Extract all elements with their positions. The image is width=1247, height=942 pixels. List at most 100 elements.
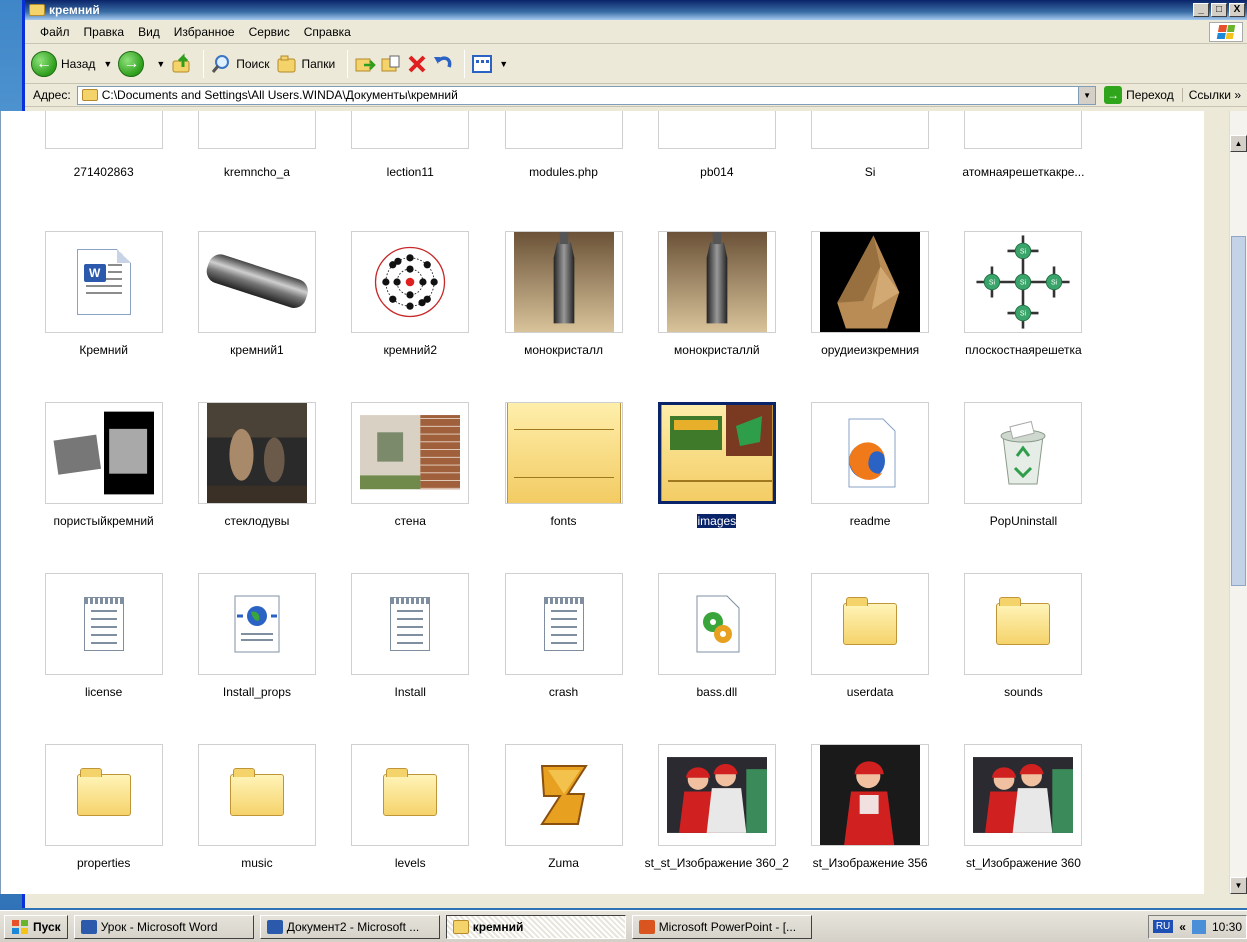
file-item[interactable]: music (180, 699, 333, 870)
forward-dropdown-icon[interactable]: ▼ (156, 59, 165, 69)
taskbar-item-word-lesson[interactable]: Урок - Microsoft Word (73, 914, 254, 939)
file-thumbnail[interactable] (657, 573, 776, 675)
move-to-icon[interactable] (354, 53, 377, 75)
file-item[interactable]: Install (334, 528, 487, 699)
file-item[interactable]: readme (793, 357, 946, 528)
file-thumbnail[interactable] (964, 111, 1083, 149)
file-thumbnail[interactable] (811, 402, 930, 504)
file-thumbnail[interactable] (197, 573, 316, 675)
file-item[interactable]: W Кремний (27, 186, 180, 357)
file-thumbnail[interactable] (504, 402, 623, 504)
file-thumbnail[interactable] (657, 111, 776, 149)
file-item[interactable]: PopUninstall (947, 357, 1100, 528)
file-thumbnail[interactable] (811, 573, 930, 675)
file-thumbnail[interactable] (504, 111, 623, 149)
copy-to-icon[interactable] (380, 53, 402, 75)
file-item[interactable]: монокристалл (487, 186, 640, 357)
file-item[interactable]: стена (334, 357, 487, 528)
file-thumbnail[interactable] (197, 111, 316, 149)
file-thumbnail[interactable] (197, 744, 316, 846)
maximize-button[interactable]: □ (1211, 3, 1227, 17)
menu-edit[interactable]: Правка (77, 25, 132, 39)
file-item[interactable]: кремний1 (180, 186, 333, 357)
file-thumbnail[interactable] (351, 402, 470, 504)
delete-icon[interactable] (406, 53, 428, 75)
file-thumbnail[interactable] (44, 111, 163, 149)
taskbar-item-powerpoint[interactable]: Microsoft PowerPoint - [... (631, 914, 812, 939)
tray-expand-icon[interactable]: « (1179, 920, 1186, 934)
file-thumbnail[interactable] (964, 573, 1083, 675)
file-thumbnail[interactable] (44, 573, 163, 675)
folders-button[interactable]: Папки (276, 53, 335, 75)
file-thumbnail[interactable]: W (44, 231, 163, 333)
address-input[interactable]: C:\Documents and Settings\All Users.WIND… (76, 85, 1097, 105)
up-folder-icon[interactable] (171, 52, 193, 75)
file-item[interactable]: st_st_Изображение 360_2 (640, 699, 793, 870)
start-button[interactable]: Пуск (4, 914, 68, 939)
file-item[interactable]: modules.php (487, 111, 640, 186)
file-thumbnail[interactable] (44, 744, 163, 846)
file-item[interactable]: userdata (793, 528, 946, 699)
file-item[interactable]: Si Si Si Si Si плоскостнаярешетка (947, 186, 1100, 357)
file-item[interactable]: kremncho_a (180, 111, 333, 186)
close-button[interactable]: X (1229, 3, 1245, 17)
scroll-up-icon[interactable]: ▲ (1230, 135, 1247, 152)
menu-tools[interactable]: Сервис (242, 25, 297, 39)
file-item[interactable]: levels (334, 699, 487, 870)
file-item[interactable]: lection11 (334, 111, 487, 186)
minimize-button[interactable]: _ (1193, 3, 1209, 17)
file-thumbnail[interactable] (657, 744, 776, 846)
file-item[interactable]: атомнаярешеткакре... (947, 111, 1100, 186)
file-thumbnail[interactable] (504, 744, 623, 846)
file-item[interactable]: Zuma (487, 699, 640, 870)
menu-view[interactable]: Вид (131, 25, 167, 39)
scroll-thumb[interactable] (1231, 236, 1246, 586)
file-item[interactable]: орудиеизкремния (793, 186, 946, 357)
search-button[interactable]: Поиск (210, 53, 270, 75)
file-item[interactable]: pb014 (640, 111, 793, 186)
vertical-scrollbar[interactable]: ▲ ▼ (1229, 111, 1247, 894)
go-button[interactable]: → Переход (1104, 86, 1174, 104)
file-item[interactable]: кремний2 (334, 186, 487, 357)
file-thumbnail[interactable]: Si Si Si Si Si (964, 231, 1083, 333)
views-dropdown-icon[interactable]: ▼ (499, 59, 508, 69)
file-item[interactable]: fonts (487, 357, 640, 528)
file-thumbnail[interactable] (197, 231, 316, 333)
file-thumbnail[interactable] (657, 402, 776, 504)
file-item[interactable]: стеклодувы (180, 357, 333, 528)
file-thumbnail[interactable] (351, 744, 470, 846)
file-item[interactable]: Install_props (180, 528, 333, 699)
scroll-down-icon[interactable]: ▼ (1230, 877, 1247, 894)
file-thumbnail[interactable] (197, 402, 316, 504)
file-thumbnail[interactable] (811, 111, 930, 149)
file-thumbnail[interactable] (657, 231, 776, 333)
file-thumbnail[interactable] (351, 111, 470, 149)
language-indicator[interactable]: RU (1152, 920, 1174, 933)
network-icon[interactable] (1191, 919, 1206, 934)
menu-help[interactable]: Справка (297, 25, 358, 39)
forward-button[interactable]: → (118, 50, 148, 77)
file-thumbnail[interactable] (964, 744, 1083, 846)
title-bar[interactable]: кремний _ □ X (25, 0, 1247, 20)
back-dropdown-icon[interactable]: ▼ (103, 59, 112, 69)
taskbar-item-word-doc2[interactable]: Документ2 - Microsoft ... (259, 914, 440, 939)
file-item[interactable]: images (640, 357, 793, 528)
file-thumbnail[interactable] (44, 402, 163, 504)
file-item[interactable]: пористыйкремний (27, 357, 180, 528)
file-thumbnail[interactable] (811, 744, 930, 846)
file-item[interactable]: crash (487, 528, 640, 699)
file-thumbnail[interactable] (351, 573, 470, 675)
back-button[interactable]: ← Назад (31, 50, 95, 77)
file-thumbnail[interactable] (504, 573, 623, 675)
file-item[interactable]: монокристаллй (640, 186, 793, 357)
undo-icon[interactable] (432, 53, 454, 75)
menu-favorites[interactable]: Избранное (167, 25, 242, 39)
menu-file[interactable]: Файл (33, 25, 77, 39)
file-item[interactable]: 271402863 (27, 111, 180, 186)
file-thumbnail[interactable] (351, 231, 470, 333)
file-item[interactable]: sounds (947, 528, 1100, 699)
address-dropdown-icon[interactable]: ▼ (1078, 86, 1096, 104)
file-item[interactable]: license (27, 528, 180, 699)
file-thumbnail[interactable] (964, 402, 1083, 504)
file-thumbnail[interactable] (504, 231, 623, 333)
